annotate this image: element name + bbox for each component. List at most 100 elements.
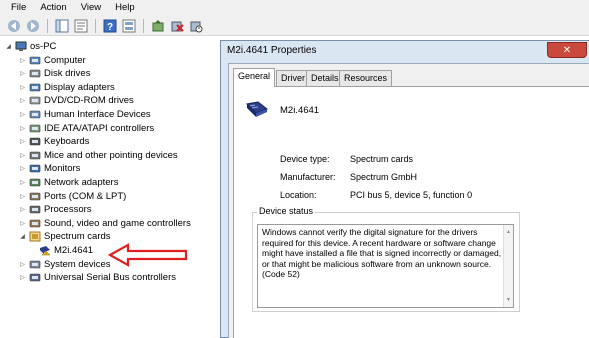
svg-text:?: ? bbox=[107, 22, 113, 33]
collapsed-arrow-icon[interactable]: ▷ bbox=[18, 206, 27, 213]
tree-category-item[interactable]: ▷ Keyboards bbox=[18, 135, 89, 148]
status-scrollbar[interactable]: ▲ ▼ bbox=[503, 225, 513, 307]
tab-resources[interactable]: Resources bbox=[339, 70, 393, 86]
show-hide-tree-icon[interactable] bbox=[54, 18, 70, 34]
collapsed-arrow-icon[interactable]: ▷ bbox=[18, 57, 27, 64]
device-type-value: Spectrum cards bbox=[350, 154, 414, 164]
tree-item-label: Spectrum cards bbox=[44, 231, 111, 243]
tree-child-item[interactable]: ! M2i.4641 bbox=[28, 244, 93, 257]
tree-category-item[interactable]: ▷ Mice and other pointing devices bbox=[18, 149, 178, 162]
collapsed-arrow-icon[interactable]: ▷ bbox=[18, 193, 27, 200]
device-status-text: Windows cannot verify the digital signat… bbox=[262, 227, 502, 279]
collapsed-arrow-icon[interactable]: ▷ bbox=[18, 111, 27, 118]
collapsed-arrow-icon[interactable]: ▷ bbox=[18, 70, 27, 77]
tree-item-label: Monitors bbox=[44, 163, 81, 175]
update-driver-icon[interactable] bbox=[150, 18, 166, 34]
tree-category-item[interactable]: ▷ Human Interface Devices bbox=[18, 108, 150, 121]
tree-item-label: Universal Serial Bus controllers bbox=[44, 272, 176, 284]
tree-category-item[interactable]: ▷ IDE ATA/ATAPI controllers bbox=[18, 122, 154, 135]
tree-item-label: DVD/CD-ROM drives bbox=[44, 95, 134, 107]
usb-icon bbox=[29, 273, 41, 282]
collapsed-arrow-icon[interactable]: ▷ bbox=[18, 274, 27, 281]
tree-root[interactable]: ◢ os-PC bbox=[4, 40, 56, 53]
manufacturer-value: Spectrum GmbH bbox=[350, 172, 418, 182]
back-icon[interactable] bbox=[6, 18, 22, 34]
manufacturer-label: Manufacturer: bbox=[280, 172, 336, 182]
tree-item-label: System devices bbox=[44, 258, 111, 270]
tree-item-label: Computer bbox=[44, 54, 86, 66]
tree-category-item[interactable]: ▷ Monitors bbox=[18, 162, 80, 175]
computer-icon bbox=[29, 56, 41, 64]
location-label: Location: bbox=[280, 190, 317, 200]
collapsed-arrow-icon[interactable]: ▷ bbox=[18, 220, 27, 227]
tree-category-item[interactable]: ▷ Display adapters bbox=[18, 81, 115, 94]
device-tree: ◢ os-PC ▷ Computer ▷ Disk drives ▷ Display adap… bbox=[0, 38, 220, 338]
dvd-drive-icon bbox=[29, 97, 41, 105]
tree-item-label: Sound, video and game controllers bbox=[44, 217, 191, 229]
view-icon[interactable] bbox=[121, 18, 137, 34]
tree-category-item[interactable]: ▷ Network adapters bbox=[18, 176, 118, 189]
tree-item-label: Disk drives bbox=[44, 68, 91, 80]
collapsed-arrow-icon[interactable]: ▷ bbox=[18, 261, 27, 268]
tree-category-item[interactable]: ▷ Processors bbox=[18, 203, 91, 216]
collapsed-arrow-icon[interactable]: ▷ bbox=[18, 125, 27, 132]
network-adapter-icon bbox=[29, 178, 41, 187]
tree-category-item[interactable]: ▷ Disk drives bbox=[18, 67, 90, 80]
warning-device-icon: ! bbox=[40, 246, 51, 256]
keyboard-icon bbox=[29, 137, 41, 146]
collapsed-arrow-icon[interactable]: ▷ bbox=[18, 165, 27, 172]
collapsed-arrow-icon[interactable]: ▷ bbox=[18, 97, 27, 104]
tab-driver[interactable]: Driver bbox=[276, 70, 310, 86]
menu-file[interactable]: File bbox=[4, 0, 33, 16]
expanded-arrow-icon[interactable]: ◢ bbox=[18, 233, 27, 240]
menu-help[interactable]: Help bbox=[108, 0, 142, 16]
tree-category-item[interactable]: ◢ Spectrum cards bbox=[18, 230, 111, 243]
svg-text:!: ! bbox=[45, 251, 46, 256]
collapsed-arrow-icon[interactable]: ▷ bbox=[18, 138, 27, 145]
close-button[interactable]: ✕ bbox=[547, 42, 587, 58]
port-icon bbox=[29, 192, 41, 200]
collapsed-arrow-icon[interactable]: ▷ bbox=[18, 152, 27, 159]
spectrum-card-icon bbox=[29, 231, 41, 242]
processor-icon bbox=[29, 205, 41, 214]
device-status-group: Device status Windows cannot verify the … bbox=[252, 206, 520, 312]
annotation-arrow bbox=[108, 243, 188, 267]
tree-item-label: Network adapters bbox=[44, 177, 119, 188]
scroll-down-icon[interactable]: ▼ bbox=[506, 295, 511, 306]
help-icon[interactable]: ? bbox=[102, 18, 118, 34]
tree-item-label: IDE ATA/ATAPI controllers bbox=[44, 122, 155, 134]
tree-item-label: Mice and other pointing devices bbox=[44, 149, 178, 161]
forward-icon[interactable] bbox=[25, 18, 41, 34]
device-status-legend: Device status bbox=[257, 206, 316, 216]
tab-details[interactable]: Details bbox=[306, 70, 344, 86]
tree-category-item[interactable]: ▷ DVD/CD-ROM drives bbox=[18, 94, 134, 107]
tab-general[interactable]: General bbox=[233, 68, 276, 87]
expanded-arrow-icon[interactable]: ◢ bbox=[4, 43, 13, 50]
tree-category-item[interactable]: ▷ Universal Serial Bus controllers bbox=[18, 271, 176, 284]
properties-icon[interactable] bbox=[73, 18, 89, 34]
monitor-icon bbox=[29, 165, 41, 173]
tree-category-item[interactable]: ▷ Sound, video and game controllers bbox=[18, 217, 191, 230]
device-name: M2i.4641 bbox=[280, 105, 320, 116]
tree-root-label: os-PC bbox=[30, 41, 57, 52]
tree-category-item[interactable]: ▷ Computer bbox=[18, 54, 86, 67]
uninstall-icon[interactable] bbox=[169, 18, 185, 34]
toolbar-separator bbox=[95, 18, 96, 33]
device-status-textbox[interactable]: Windows cannot verify the digital signat… bbox=[257, 224, 514, 308]
ide-controller-icon bbox=[29, 124, 41, 132]
device-type-label: Device type: bbox=[280, 154, 330, 164]
scroll-up-icon[interactable]: ▲ bbox=[506, 227, 511, 238]
spectrum-card-icon bbox=[246, 101, 268, 117]
sound-icon bbox=[29, 219, 41, 228]
collapsed-arrow-icon[interactable]: ▷ bbox=[18, 179, 27, 186]
location-value: PCI bus 5, device 5, function 0 bbox=[350, 190, 473, 200]
menu-action[interactable]: Action bbox=[33, 0, 73, 16]
tree-category-item[interactable]: ▷ Ports (COM & LPT) bbox=[18, 190, 126, 203]
collapsed-arrow-icon[interactable]: ▷ bbox=[18, 84, 27, 91]
mouse-icon bbox=[29, 151, 41, 160]
tree-category-item[interactable]: ▷ System devices bbox=[18, 258, 111, 271]
disable-icon[interactable] bbox=[188, 18, 204, 34]
pc-icon bbox=[15, 41, 27, 51]
menu-view[interactable]: View bbox=[74, 0, 108, 16]
toolbar-separator bbox=[143, 18, 144, 33]
